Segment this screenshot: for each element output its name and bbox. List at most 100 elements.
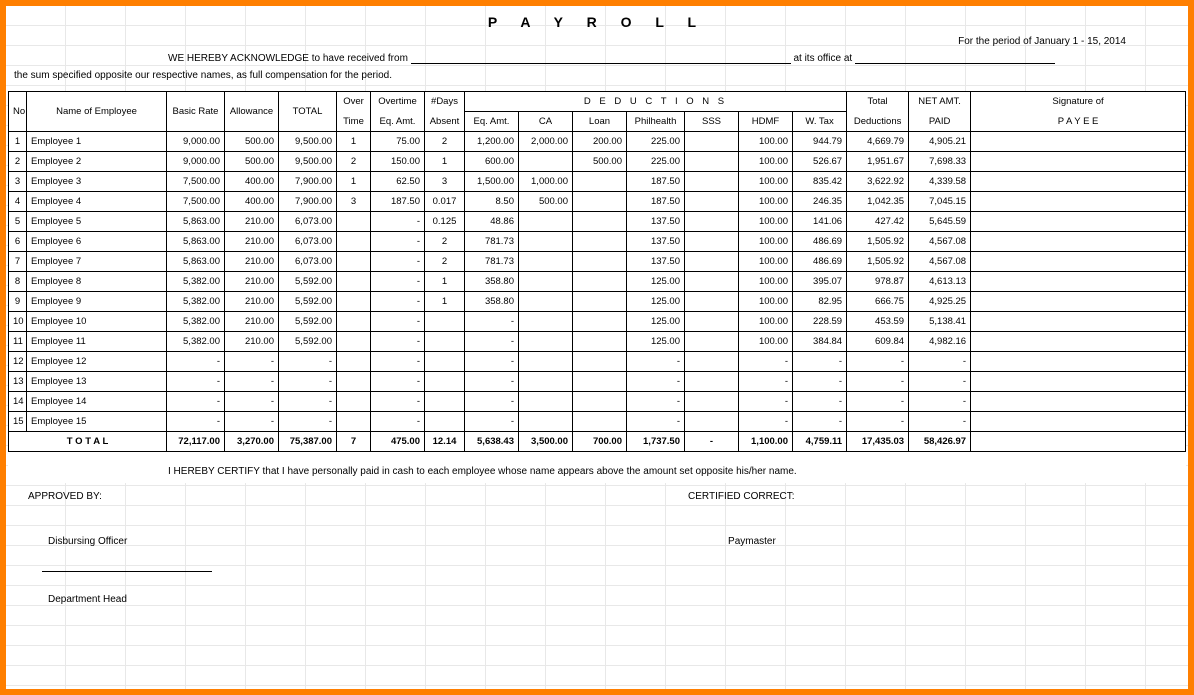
- cell[interactable]: [573, 312, 627, 332]
- cell[interactable]: 1: [337, 172, 371, 192]
- cell[interactable]: -: [739, 352, 793, 372]
- cell[interactable]: -: [167, 352, 225, 372]
- cell[interactable]: [425, 332, 465, 352]
- cell[interactable]: 5,863.00: [167, 252, 225, 272]
- cell[interactable]: 5,592.00: [279, 312, 337, 332]
- table-row[interactable]: 4Employee 47,500.00400.007,900.003187.50…: [9, 192, 1186, 212]
- cell[interactable]: [519, 252, 573, 272]
- cell[interactable]: 6,073.00: [279, 252, 337, 272]
- table-row[interactable]: 10Employee 105,382.00210.005,592.00--125…: [9, 312, 1186, 332]
- cell[interactable]: -: [371, 252, 425, 272]
- cell[interactable]: 100.00: [739, 212, 793, 232]
- cell[interactable]: 3,622.92: [847, 172, 909, 192]
- cell[interactable]: [573, 292, 627, 312]
- cell[interactable]: -: [627, 392, 685, 412]
- cell[interactable]: 7,045.15: [909, 192, 971, 212]
- cell[interactable]: 0.125: [425, 212, 465, 232]
- cell[interactable]: -: [909, 352, 971, 372]
- cell[interactable]: [519, 352, 573, 372]
- cell[interactable]: 5,592.00: [279, 292, 337, 312]
- cell[interactable]: 1,505.92: [847, 232, 909, 252]
- cell[interactable]: 5,592.00: [279, 332, 337, 352]
- cell[interactable]: [685, 152, 739, 172]
- cell[interactable]: -: [279, 412, 337, 432]
- cell[interactable]: [971, 232, 1186, 252]
- cell[interactable]: 526.67: [793, 152, 847, 172]
- blank-office[interactable]: [855, 54, 1055, 64]
- cell[interactable]: 246.35: [793, 192, 847, 212]
- cell[interactable]: Employee 15: [27, 412, 167, 432]
- cell[interactable]: 1,500.00: [465, 172, 519, 192]
- cell[interactable]: [971, 192, 1186, 212]
- cell[interactable]: [971, 132, 1186, 152]
- cell[interactable]: 9,000.00: [167, 152, 225, 172]
- cell[interactable]: [685, 252, 739, 272]
- cell[interactable]: 4,905.21: [909, 132, 971, 152]
- cell[interactable]: 210.00: [225, 232, 279, 252]
- cell[interactable]: 2: [337, 152, 371, 172]
- cell[interactable]: [337, 212, 371, 232]
- cell[interactable]: Employee 5: [27, 212, 167, 232]
- cell[interactable]: [971, 212, 1186, 232]
- cell[interactable]: [519, 152, 573, 172]
- cell[interactable]: [573, 392, 627, 412]
- cell[interactable]: 2: [425, 232, 465, 252]
- cell[interactable]: [337, 412, 371, 432]
- cell[interactable]: [685, 132, 739, 152]
- cell[interactable]: 4,567.08: [909, 232, 971, 252]
- cell[interactable]: -: [279, 392, 337, 412]
- cell[interactable]: 4,925.25: [909, 292, 971, 312]
- cell[interactable]: [573, 192, 627, 212]
- cell[interactable]: 100.00: [739, 132, 793, 152]
- cell[interactable]: 666.75: [847, 292, 909, 312]
- cell[interactable]: 500.00: [225, 152, 279, 172]
- table-row[interactable]: 8Employee 85,382.00210.005,592.00-1358.8…: [9, 272, 1186, 292]
- cell[interactable]: [685, 172, 739, 192]
- cell[interactable]: [685, 232, 739, 252]
- cell[interactable]: [573, 172, 627, 192]
- cell[interactable]: -: [847, 392, 909, 412]
- cell[interactable]: [573, 252, 627, 272]
- cell[interactable]: 4,982.16: [909, 332, 971, 352]
- cell[interactable]: -: [371, 232, 425, 252]
- cell[interactable]: 781.73: [465, 252, 519, 272]
- cell[interactable]: [337, 272, 371, 292]
- cell[interactable]: [337, 372, 371, 392]
- table-row[interactable]: 11Employee 115,382.00210.005,592.00--125…: [9, 332, 1186, 352]
- cell[interactable]: 1: [9, 132, 27, 152]
- cell[interactable]: -: [225, 352, 279, 372]
- cell[interactable]: [519, 292, 573, 312]
- cell[interactable]: [685, 312, 739, 332]
- cell[interactable]: [685, 192, 739, 212]
- cell[interactable]: 7,900.00: [279, 192, 337, 212]
- cell[interactable]: -: [465, 392, 519, 412]
- cell[interactable]: 500.00: [225, 132, 279, 152]
- cell[interactable]: -: [465, 412, 519, 432]
- cell[interactable]: 228.59: [793, 312, 847, 332]
- cell[interactable]: 2,000.00: [519, 132, 573, 152]
- cell[interactable]: 5,382.00: [167, 332, 225, 352]
- cell[interactable]: 453.59: [847, 312, 909, 332]
- cell[interactable]: 210.00: [225, 252, 279, 272]
- cell[interactable]: 5,138.41: [909, 312, 971, 332]
- cell[interactable]: 4,613.13: [909, 272, 971, 292]
- cell[interactable]: 5,382.00: [167, 292, 225, 312]
- cell[interactable]: [337, 352, 371, 372]
- cell[interactable]: 82.95: [793, 292, 847, 312]
- cell[interactable]: [573, 212, 627, 232]
- table-row[interactable]: 1Employee 19,000.00500.009,500.00175.002…: [9, 132, 1186, 152]
- cell[interactable]: [337, 232, 371, 252]
- cell[interactable]: 1,000.00: [519, 172, 573, 192]
- cell[interactable]: 5,645.59: [909, 212, 971, 232]
- cell[interactable]: Employee 11: [27, 332, 167, 352]
- cell[interactable]: 187.50: [627, 172, 685, 192]
- cell[interactable]: 9,500.00: [279, 152, 337, 172]
- table-row[interactable]: 14Employee 14----------: [9, 392, 1186, 412]
- cell[interactable]: [971, 172, 1186, 192]
- cell[interactable]: [971, 252, 1186, 272]
- cell[interactable]: -: [225, 372, 279, 392]
- cell[interactable]: -: [739, 412, 793, 432]
- cell[interactable]: 4,567.08: [909, 252, 971, 272]
- cell[interactable]: -: [371, 212, 425, 232]
- cell[interactable]: [519, 232, 573, 252]
